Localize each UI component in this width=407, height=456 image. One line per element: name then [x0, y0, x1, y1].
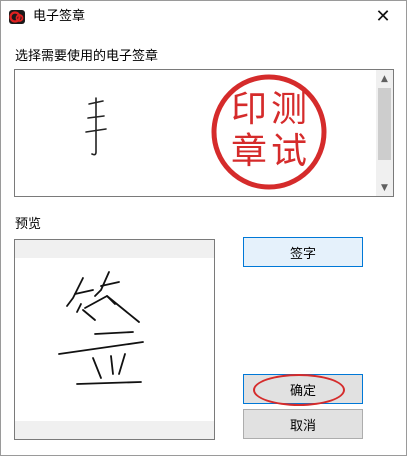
signature-list-label: 选择需要使用的电子签章 — [15, 49, 159, 64]
sign-button[interactable]: 签字 — [243, 237, 363, 267]
seal-app-icon — [8, 9, 26, 25]
chevron-down-icon: ▼ — [381, 182, 388, 193]
signature-list[interactable]: 印 测 章 试 ▲ ▼ — [14, 69, 394, 197]
close-button[interactable]: ✕ — [360, 1, 406, 33]
handwritten-signature-shou-icon — [85, 97, 107, 156]
dialog-window: 电子签章 ✕ 选择需要使用的电子签章 印 测 章 试 ▲ ▼ 预览 签字 确定 … — [0, 0, 407, 456]
confirm-button[interactable]: 确定 — [243, 374, 363, 404]
stamp-char: 章 — [231, 131, 268, 172]
stamp-char: 测 — [271, 89, 308, 130]
title-bar[interactable]: 电子签章 ✕ — [1, 1, 406, 33]
preview-label: 预览 — [15, 217, 42, 232]
preview-panel — [14, 239, 215, 440]
handwritten-signature-item[interactable] — [77, 92, 117, 164]
scroll-up-button[interactable]: ▲ — [376, 70, 393, 87]
preview-canvas — [15, 258, 214, 421]
handwritten-signature-qian-icon — [58, 271, 144, 385]
scroll-down-button[interactable]: ▼ — [376, 179, 393, 196]
chevron-up-icon: ▲ — [381, 73, 388, 84]
cancel-button[interactable]: 取消 — [243, 409, 363, 439]
stamp-char: 印 — [231, 89, 268, 130]
vertical-scrollbar[interactable]: ▲ ▼ — [376, 70, 393, 196]
scroll-thumb[interactable] — [378, 88, 391, 160]
seal-stamp-icon — [211, 74, 327, 190]
stamp-signature-item[interactable]: 印 测 章 试 — [209, 72, 329, 192]
close-icon: ✕ — [375, 6, 391, 27]
stamp-char: 试 — [271, 131, 308, 172]
window-title: 电子签章 — [33, 9, 86, 24]
